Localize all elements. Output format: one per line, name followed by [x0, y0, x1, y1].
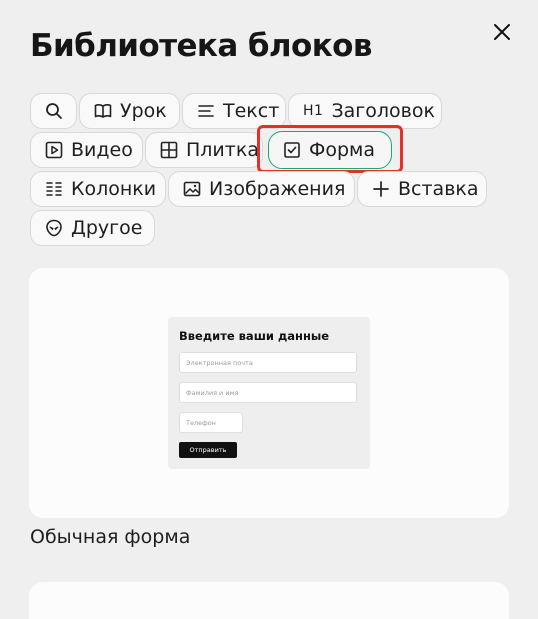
filter-form-label: Форма [309, 139, 376, 161]
alien-icon [45, 219, 63, 237]
plus-icon [372, 180, 390, 198]
filter-video[interactable]: Видео [30, 132, 143, 168]
heading-h1-icon: H1 [303, 103, 324, 119]
filter-insert[interactable]: Вставка [357, 171, 487, 207]
filter-insert-label: Вставка [398, 178, 479, 200]
panel-title: Библиотека блоков [30, 28, 372, 64]
filter-text-label: Текст [223, 100, 280, 122]
filter-form[interactable]: Форма [268, 131, 392, 169]
filter-text[interactable]: Текст [182, 93, 286, 129]
search-filter-button[interactable] [30, 93, 77, 129]
block-card-next[interactable] [29, 582, 509, 619]
filter-columns[interactable]: Колонки [30, 171, 166, 207]
filter-images-label: Изображения [209, 178, 346, 200]
book-icon [94, 102, 112, 120]
preview-email-field: Электронная почта [179, 352, 357, 373]
text-lines-icon [197, 102, 215, 120]
filter-tile-label: Плитка [186, 139, 259, 161]
preview-phone-field: Телефон [179, 412, 243, 433]
filter-lesson-label: Урок [120, 100, 167, 122]
close-icon [494, 24, 510, 40]
filter-tile[interactable]: Плитка [145, 132, 263, 168]
filter-images[interactable]: Изображения [168, 171, 355, 207]
close-button[interactable] [488, 18, 516, 46]
preview-title: Введите ваши данные [179, 329, 330, 343]
form-preview: Введите ваши данные Электронная почта Фа… [168, 317, 370, 469]
filter-heading[interactable]: H1 Заголовок [288, 93, 442, 129]
columns-icon [45, 180, 63, 198]
checkbox-icon [283, 141, 301, 159]
preview-submit-button: Отправить [179, 442, 237, 458]
filter-lesson[interactable]: Урок [79, 93, 180, 129]
grid-icon [160, 141, 178, 159]
preview-name-field: Фамилия и имя [179, 382, 357, 403]
card-caption: Обычная форма [30, 526, 191, 548]
block-library-panel: Библиотека блоков Урок Текст H1 Заголово… [0, 0, 538, 619]
block-card-form[interactable]: Введите ваши данные Электронная почта Фа… [29, 268, 509, 518]
filter-video-label: Видео [71, 139, 133, 161]
video-icon [45, 141, 63, 159]
filter-columns-label: Колонки [71, 178, 157, 200]
image-icon [183, 180, 201, 198]
filter-other[interactable]: Другое [30, 210, 155, 246]
filter-other-label: Другое [71, 217, 143, 239]
filter-heading-label: Заголовок [331, 100, 435, 122]
search-icon [45, 102, 63, 120]
